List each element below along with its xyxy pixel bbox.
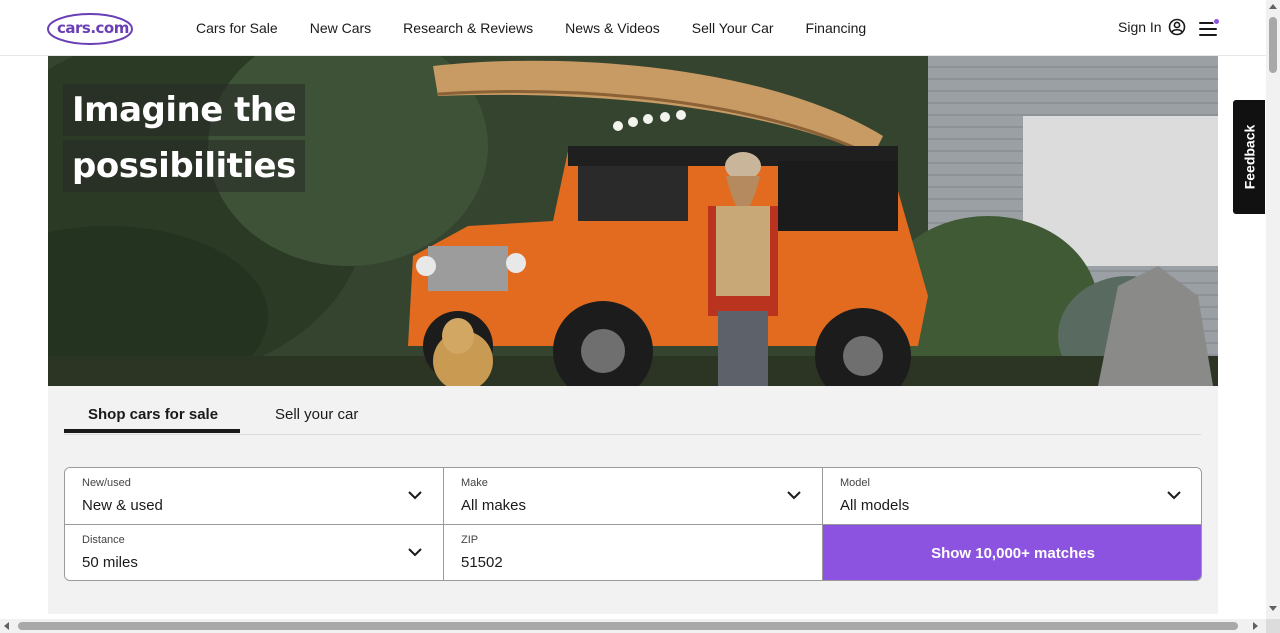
tab-sell-your-car[interactable]: Sell your car: [275, 406, 358, 423]
model-select[interactable]: Model All models: [823, 468, 1201, 525]
model-value: All models: [840, 497, 910, 514]
nav-research-reviews[interactable]: Research & Reviews: [403, 20, 533, 36]
vertical-scrollbar[interactable]: [1266, 0, 1280, 620]
nav-sell-your-car[interactable]: Sell Your Car: [692, 20, 774, 36]
new-used-label: New/used: [82, 477, 131, 489]
site-header: cars.com Cars for Sale New Cars Research…: [0, 0, 1266, 56]
new-used-select[interactable]: New/used New & used: [65, 468, 444, 525]
search-tabs: Shop cars for sale Sell your car: [64, 386, 1201, 435]
make-label: Make: [461, 477, 488, 489]
hamburger-menu-icon[interactable]: [1197, 18, 1221, 40]
tab-shop-cars[interactable]: Shop cars for sale: [88, 406, 218, 423]
distance-select[interactable]: Distance 50 miles: [65, 525, 444, 580]
column-divider: [443, 468, 444, 580]
chevron-down-icon: [408, 491, 422, 500]
hero-banner: Imagine the possibilities: [48, 56, 1218, 386]
show-matches-button[interactable]: Show 10,000+ matches: [823, 525, 1201, 580]
chevron-down-icon: [408, 548, 422, 557]
distance-value: 50 miles: [82, 554, 138, 571]
scroll-down-arrow-icon[interactable]: [1269, 606, 1277, 611]
nav-cars-for-sale[interactable]: Cars for Sale: [196, 20, 278, 36]
active-tab-indicator: [64, 429, 240, 433]
scroll-left-arrow-icon[interactable]: [4, 622, 9, 630]
horizontal-scroll-thumb[interactable]: [18, 622, 1238, 630]
search-form: New/used New & used Make All makes Model…: [64, 467, 1202, 581]
make-value: All makes: [461, 497, 527, 514]
nav-new-cars[interactable]: New Cars: [310, 20, 371, 36]
scrollbar-corner: [1266, 619, 1280, 633]
zip-label: ZIP: [461, 534, 479, 546]
hero-headline: Imagine the possibilities: [63, 84, 306, 196]
nav-financing[interactable]: Financing: [806, 20, 867, 36]
nav-news-videos[interactable]: News & Videos: [565, 20, 660, 36]
make-select[interactable]: Make All makes: [444, 468, 823, 525]
zip-input[interactable]: ZIP 51502: [444, 525, 823, 580]
distance-label: Distance: [82, 534, 125, 546]
row-divider: [65, 524, 823, 525]
scroll-up-arrow-icon[interactable]: [1269, 4, 1277, 9]
new-used-value: New & used: [82, 497, 163, 514]
chevron-down-icon: [787, 491, 801, 500]
main-nav: Cars for Sale New Cars Research & Review…: [196, 0, 898, 56]
logo-text: cars.com: [57, 19, 129, 37]
notification-dot: [1213, 18, 1220, 25]
search-panel: Shop cars for sale Sell your car New/use…: [48, 386, 1218, 614]
account-icon: [1168, 18, 1185, 36]
feedback-tab[interactable]: Feedback: [1233, 100, 1265, 214]
model-label: Model: [840, 477, 870, 489]
sign-in-button[interactable]: Sign In: [1118, 18, 1186, 36]
cars-com-logo[interactable]: cars.com: [47, 11, 135, 47]
hero-headline-line2: possibilities: [63, 140, 305, 192]
hero-headline-line1: Imagine the: [63, 84, 306, 136]
horizontal-scrollbar[interactable]: [0, 619, 1266, 633]
chevron-down-icon: [1167, 491, 1181, 500]
feedback-label: Feedback: [1241, 124, 1257, 190]
vertical-scroll-thumb[interactable]: [1269, 17, 1277, 73]
scroll-right-arrow-icon[interactable]: [1253, 622, 1258, 630]
sign-in-label: Sign In: [1118, 19, 1162, 35]
zip-value[interactable]: 51502: [461, 554, 503, 571]
